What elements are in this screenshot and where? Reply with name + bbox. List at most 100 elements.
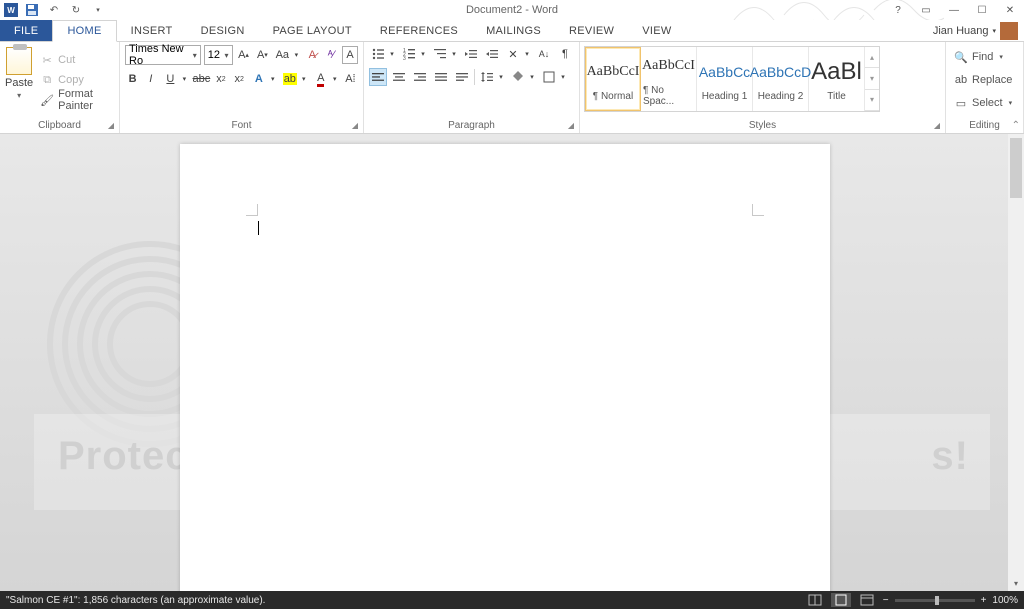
- shading-caret-icon[interactable]: ▾: [527, 68, 537, 86]
- document-page[interactable]: [180, 144, 830, 591]
- distributed-button[interactable]: [453, 68, 471, 86]
- scroll-thumb[interactable]: [1010, 138, 1022, 198]
- tab-file[interactable]: FILE: [0, 20, 52, 41]
- bullets-caret-icon[interactable]: ▾: [387, 45, 397, 63]
- sort-button[interactable]: A↓: [535, 45, 553, 63]
- font-name-select[interactable]: Times New Ro▾: [125, 45, 201, 65]
- redo-icon[interactable]: ↻: [68, 2, 84, 18]
- style-normal[interactable]: AaBbCcI¶ Normal: [585, 47, 641, 111]
- font-launcher-icon[interactable]: ◢: [349, 119, 361, 131]
- subscript-button[interactable]: x2: [213, 70, 228, 88]
- style-heading-2[interactable]: AaBbCcDHeading 2: [753, 47, 809, 111]
- zoom-level[interactable]: 100%: [992, 595, 1018, 606]
- read-mode-button[interactable]: [805, 593, 825, 607]
- character-shading-button[interactable]: A⁞: [343, 70, 358, 88]
- justify-button[interactable]: [432, 68, 450, 86]
- numbering-caret-icon[interactable]: ▾: [418, 45, 428, 63]
- highlight-button[interactable]: ab: [281, 70, 299, 88]
- text-effects-caret-icon[interactable]: ▾: [268, 70, 278, 88]
- style-heading-1[interactable]: AaBbCcHeading 1: [697, 47, 753, 111]
- user-avatar[interactable]: [1000, 22, 1018, 40]
- zoom-out-button[interactable]: −: [883, 595, 889, 606]
- format-painter-button[interactable]: 🖌Format Painter: [37, 91, 114, 109]
- tab-references[interactable]: REFERENCES: [366, 20, 472, 41]
- tab-home[interactable]: HOME: [52, 20, 116, 42]
- align-left-button[interactable]: [369, 68, 387, 86]
- clipboard-launcher-icon[interactable]: ◢: [105, 119, 117, 131]
- bullets-button[interactable]: [369, 45, 387, 63]
- status-text[interactable]: "Salmon CE #1": 1,856 characters (an app…: [6, 595, 265, 606]
- minimize-icon[interactable]: —: [944, 2, 964, 18]
- show-hide-button[interactable]: ¶: [556, 45, 574, 63]
- phonetic-guide-button[interactable]: ᴬ⁄: [323, 46, 339, 64]
- gallery-down-icon[interactable]: ▾: [865, 68, 879, 89]
- cut-button[interactable]: ✂Cut: [37, 51, 114, 69]
- asian-layout-caret-icon[interactable]: ▾: [522, 45, 532, 63]
- zoom-slider-thumb[interactable]: [935, 596, 939, 605]
- style-title[interactable]: AaBlTitle: [809, 47, 865, 111]
- help-icon[interactable]: ?: [888, 2, 908, 18]
- grow-font-button[interactable]: A▴: [236, 46, 252, 64]
- tab-design[interactable]: DESIGN: [187, 20, 259, 41]
- tab-view[interactable]: VIEW: [628, 20, 685, 41]
- print-layout-button[interactable]: [831, 593, 851, 607]
- superscript-button[interactable]: x2: [232, 70, 247, 88]
- italic-button[interactable]: I: [143, 70, 158, 88]
- maximize-icon[interactable]: ☐: [972, 2, 992, 18]
- web-layout-button[interactable]: [857, 593, 877, 607]
- find-button[interactable]: 🔍Find▾: [951, 47, 1015, 67]
- paragraph-launcher-icon[interactable]: ◢: [565, 119, 577, 131]
- close-icon[interactable]: ✕: [1000, 2, 1020, 18]
- strikethrough-button[interactable]: abc: [192, 70, 210, 88]
- font-color-button[interactable]: A: [312, 70, 330, 88]
- vertical-scrollbar[interactable]: ▴ ▾: [1008, 134, 1024, 591]
- select-button[interactable]: ▭Select▾: [951, 93, 1015, 113]
- bold-button[interactable]: B: [125, 70, 140, 88]
- underline-caret-icon[interactable]: ▾: [179, 70, 189, 88]
- borders-caret-icon[interactable]: ▾: [558, 68, 568, 86]
- ribbon-display-icon[interactable]: ▭: [916, 2, 936, 18]
- tab-mailings[interactable]: MAILINGS: [472, 20, 555, 41]
- tab-insert[interactable]: INSERT: [117, 20, 187, 41]
- font-color-caret-icon[interactable]: ▾: [330, 70, 340, 88]
- increase-indent-button[interactable]: [483, 45, 501, 63]
- styles-launcher-icon[interactable]: ◢: [931, 119, 943, 131]
- tab-review[interactable]: REVIEW: [555, 20, 628, 41]
- highlight-caret-icon[interactable]: ▾: [299, 70, 309, 88]
- zoom-slider[interactable]: [895, 599, 975, 602]
- collapse-ribbon-icon[interactable]: ⌃: [1012, 120, 1020, 131]
- save-icon[interactable]: [24, 2, 40, 18]
- line-spacing-button[interactable]: [478, 68, 496, 86]
- qat-customize-icon[interactable]: ▾: [90, 2, 106, 18]
- gallery-more-icon[interactable]: ▾: [865, 90, 879, 111]
- asian-layout-button[interactable]: ✕: [504, 45, 522, 63]
- gallery-up-icon[interactable]: ▴: [865, 47, 879, 68]
- paste-caret-icon[interactable]: ▾: [17, 91, 21, 100]
- shading-button[interactable]: [509, 68, 527, 86]
- multilevel-caret-icon[interactable]: ▾: [449, 45, 459, 63]
- align-right-button[interactable]: [411, 68, 429, 86]
- tab-page-layout[interactable]: PAGE LAYOUT: [259, 20, 366, 41]
- zoom-in-button[interactable]: +: [981, 595, 987, 606]
- find-caret-icon[interactable]: ▾: [999, 53, 1003, 61]
- select-caret-icon[interactable]: ▾: [1009, 99, 1013, 107]
- text-effects-button[interactable]: A: [250, 70, 268, 88]
- paste-button[interactable]: Paste ▾: [5, 45, 33, 115]
- user-menu-caret-icon[interactable]: ▾: [992, 27, 996, 35]
- clear-formatting-button[interactable]: A̷: [304, 46, 320, 64]
- borders-button[interactable]: [540, 68, 558, 86]
- change-case-caret-icon[interactable]: ▾: [291, 46, 301, 64]
- undo-icon[interactable]: ↶: [46, 2, 62, 18]
- shrink-font-button[interactable]: A▾: [254, 46, 270, 64]
- font-size-select[interactable]: 12▾: [204, 45, 233, 65]
- underline-button[interactable]: U: [161, 70, 179, 88]
- copy-button[interactable]: ⧉Copy: [37, 71, 114, 89]
- character-border-button[interactable]: A: [342, 46, 358, 64]
- multilevel-list-button[interactable]: [431, 45, 449, 63]
- numbering-button[interactable]: 123: [400, 45, 418, 63]
- style-no-spacing[interactable]: AaBbCcI¶ No Spac...: [641, 47, 697, 111]
- line-spacing-caret-icon[interactable]: ▾: [496, 68, 506, 86]
- scroll-down-icon[interactable]: ▾: [1008, 575, 1024, 591]
- change-case-button[interactable]: Aa: [273, 46, 291, 64]
- replace-button[interactable]: abReplace: [951, 70, 1015, 90]
